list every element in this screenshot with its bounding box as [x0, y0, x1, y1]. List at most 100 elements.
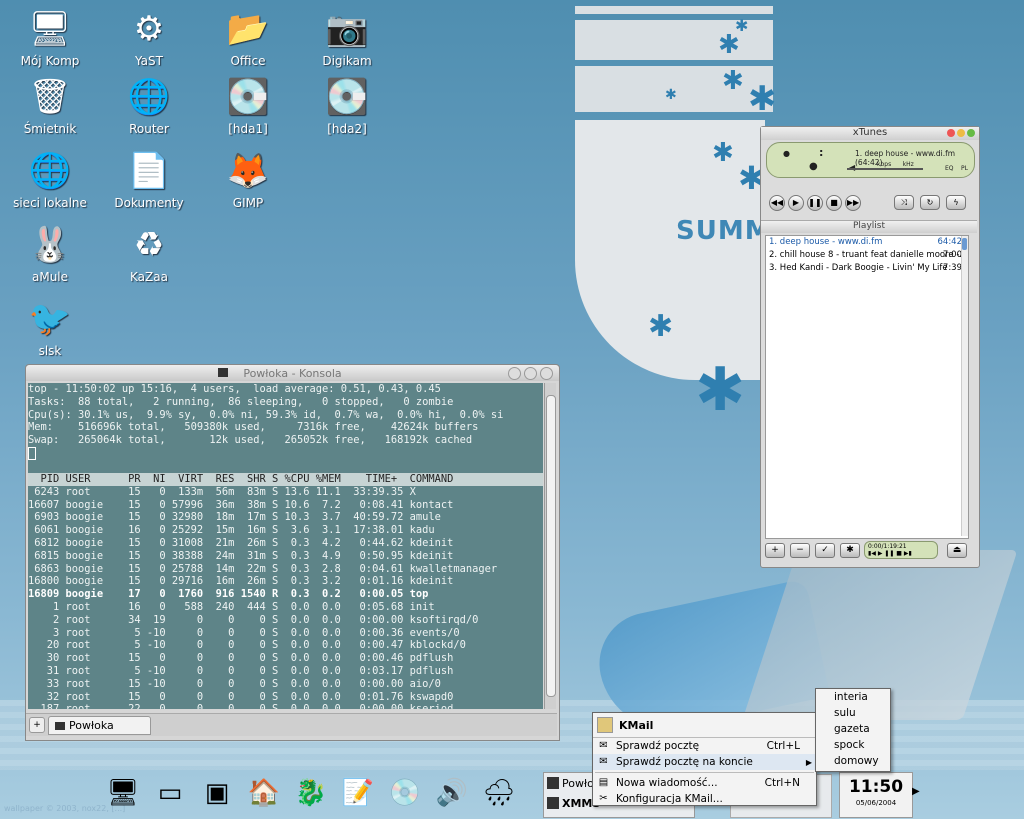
- browser-icon[interactable]: 🐉: [292, 774, 330, 812]
- konsole-window: Powłoka - Konsola top - 11:50:02 up 15:1…: [25, 364, 560, 741]
- accounts-submenu: interia sulu gazeta spock domowy: [815, 688, 891, 772]
- desktop-icon-gimp[interactable]: 🦊 GIMP: [203, 148, 293, 210]
- xtunes-window: xTunes ● : ● 1. deep house - www.di.fm (…: [760, 126, 980, 568]
- submenu-item-interia[interactable]: interia: [816, 689, 890, 705]
- scrollbar-thumb[interactable]: [546, 395, 556, 697]
- desktop-icon-trash[interactable]: 🗑 Śmietnik: [5, 74, 95, 136]
- add-button[interactable]: +: [765, 543, 785, 558]
- finder-icon[interactable]: 🖥: [104, 774, 142, 812]
- play-button[interactable]: ▶: [788, 195, 804, 211]
- process-row: 32 root 15 0 0 0 0 S 0.0 0.0 0:01.76 ksw…: [28, 690, 454, 703]
- select-button[interactable]: ✓: [815, 543, 835, 558]
- configure-icon: ✂: [599, 793, 608, 804]
- mini-display: 0:00/1:19:21 ▮◀ ▶ ❚❚ ■ ▶▮: [864, 541, 938, 559]
- window-title: Powłoka - Konsola: [243, 366, 342, 380]
- terminal-summary-line: top - 11:50:02 up 15:16, 4 users, load a…: [28, 383, 441, 395]
- desktop-icon-yast[interactable]: ⚙ YaST: [104, 6, 194, 68]
- time-display: :: [819, 146, 824, 159]
- pause-button[interactable]: ❚❚: [807, 195, 823, 211]
- desktop-icon-hda1[interactable]: 💽 [hda1]: [203, 74, 293, 136]
- process-row: 1 root 16 0 588 240 444 S 0.0 0.0 0:05.6…: [28, 601, 435, 614]
- process-table-header: PID USER PR NI VIRT RES SHR S %CPU %MEM …: [28, 473, 543, 486]
- close-button[interactable]: [947, 129, 955, 137]
- terminal-launcher-icon[interactable]: ▣: [198, 774, 236, 812]
- process-row: 16800 boogie 15 0 29716 16m 26m S 0.3 3.…: [28, 575, 454, 588]
- submenu-item-spock[interactable]: spock: [816, 737, 890, 753]
- desktop-icon-digikam[interactable]: 📷 Digikam: [302, 6, 392, 68]
- home-icon[interactable]: 🏠: [245, 774, 283, 812]
- submenu-item-gazeta[interactable]: gazeta: [816, 721, 890, 737]
- editor-icon[interactable]: 📝: [339, 774, 377, 812]
- desktop-icon-documents[interactable]: 📄 Dokumenty: [104, 148, 194, 210]
- remove-button[interactable]: −: [790, 543, 810, 558]
- playlist-scrollbar[interactable]: [961, 236, 968, 536]
- shuffle-button[interactable]: ⤨: [894, 195, 914, 210]
- new-message-icon: ▤: [598, 777, 609, 788]
- weather-icon[interactable]: 🌧: [480, 774, 518, 812]
- terminal-cursor-line: [28, 446, 543, 460]
- desktop-icon-my-computer[interactable]: 🖥 Mój Komp: [5, 6, 95, 68]
- panel-arrow-icon[interactable]: ▶: [912, 786, 920, 797]
- office-icon: 📂: [226, 9, 270, 49]
- xtunes-titlebar[interactable]: xTunes: [761, 127, 979, 140]
- repeat-button[interactable]: ↻: [920, 195, 940, 210]
- process-row: 6863 boogie 15 0 25788 14m 22m S 0.3 2.8…: [28, 562, 498, 575]
- playlist-item[interactable]: 1. deep house - www.di.fm 64:42: [766, 236, 968, 249]
- terminal-output[interactable]: top - 11:50:02 up 15:16, 4 users, load a…: [28, 383, 543, 709]
- volume-slider[interactable]: [847, 168, 923, 170]
- previous-button[interactable]: ◀◀: [769, 195, 785, 211]
- window-icon[interactable]: ▭: [151, 774, 189, 812]
- desktop-icon-slsk[interactable]: 🐦 slsk: [5, 296, 95, 358]
- playlist-item[interactable]: 3. Hed Kandi - Dark Boogie - Livin' My L…: [766, 262, 968, 275]
- bird-icon: 🐦: [28, 299, 72, 339]
- close-button[interactable]: [540, 367, 553, 380]
- minimize-button[interactable]: [508, 367, 521, 380]
- maximize-button[interactable]: [524, 367, 537, 380]
- playlist-item[interactable]: 2. chill house 8 - truant feat danielle …: [766, 249, 968, 262]
- menu-item-new-message[interactable]: ▤ Nowa wiadomość... Ctrl+N: [593, 775, 816, 791]
- desktop-icon-amule[interactable]: 🐰 aMule: [5, 222, 95, 284]
- cd-icon[interactable]: 💿: [386, 774, 424, 812]
- desktop-icon-kazaa[interactable]: ♻ KaZaa: [104, 222, 194, 284]
- check-mail-icon: ✉: [599, 740, 608, 751]
- playlist: 1. deep house - www.di.fm 64:42 2. chill …: [765, 235, 969, 539]
- submenu-item-sulu[interactable]: sulu: [816, 705, 890, 721]
- pl-toggle[interactable]: PL: [961, 165, 968, 172]
- menu-item-check-mail-account[interactable]: ✉ Sprawdź pocztę na koncie ▶: [593, 754, 816, 770]
- snowflake-icon: ✱: [718, 30, 740, 60]
- menu-item-configure[interactable]: ✂ Konfiguracja KMail...: [593, 791, 816, 807]
- next-button[interactable]: ▶▶: [845, 195, 861, 211]
- desktop-icon-local-networks[interactable]: 🌐 sieci lokalne: [5, 148, 95, 210]
- process-row: 6815 boogie 15 0 38388 24m 31m S 0.3 4.9…: [28, 549, 454, 562]
- shade-button[interactable]: [967, 129, 975, 137]
- new-tab-button[interactable]: +: [29, 717, 45, 733]
- playlist-title: Playlist: [761, 220, 977, 233]
- kmail-tray-menu: KMail ✉ Sprawdź pocztę Ctrl+L ✉ Sprawdź …: [592, 712, 817, 806]
- desktop-icon-hda2[interactable]: 💽 [hda2]: [302, 74, 392, 136]
- snowflake-icon: ✱: [735, 16, 749, 35]
- konsole-titlebar[interactable]: Powłoka - Konsola: [26, 365, 559, 381]
- process-row: 187 root 22 0 0 0 0 S 0.0 0.0 0:00.00 ks…: [28, 703, 543, 709]
- misc-button[interactable]: ✱: [840, 543, 860, 558]
- terminal-icon: [218, 368, 228, 377]
- terminal-summary-line: Cpu(s): 30.1% us, 9.9% sy, 0.0% ni, 59.3…: [28, 408, 504, 421]
- submenu-item-domowy[interactable]: domowy: [816, 753, 890, 769]
- stop-button[interactable]: ■: [826, 195, 842, 211]
- minimize-button[interactable]: [957, 129, 965, 137]
- speaker-icon[interactable]: 🔊: [433, 774, 471, 812]
- yast-icon: ⚙: [133, 9, 165, 49]
- eq-toggle[interactable]: EQ: [945, 165, 954, 172]
- track-title: 1. deep house - www.di.fm (64:42): [855, 149, 956, 167]
- tab-powloka[interactable]: Powłoka: [48, 716, 151, 735]
- menu-item-check-mail[interactable]: ✉ Sprawdź pocztę Ctrl+L: [593, 738, 816, 754]
- desktop-icon-office[interactable]: 📂 Office: [203, 6, 293, 68]
- terminal-scrollbar[interactable]: [544, 383, 556, 709]
- playlist-controls: + − ✓ ✱: [765, 543, 860, 558]
- eject-button[interactable]: ⏏: [947, 543, 967, 558]
- process-row: 16607 boogie 15 0 57996 36m 38m S 10.6 7…: [28, 498, 454, 511]
- clock[interactable]: 11:50 05/06/2004: [839, 772, 913, 818]
- desktop-icon-router[interactable]: 🌐 Router: [104, 74, 194, 136]
- process-row: 6903 boogie 15 0 32980 18m 17m S 10.3 3.…: [28, 511, 441, 524]
- power-button[interactable]: ϟ: [946, 195, 966, 210]
